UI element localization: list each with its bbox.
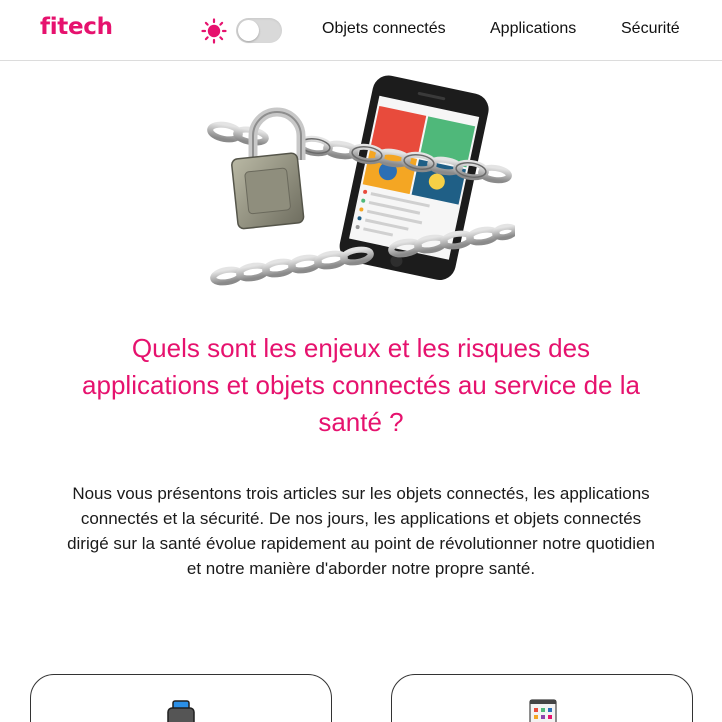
locked-phone-chains-illustration	[207, 75, 515, 286]
article-card-applications[interactable]	[391, 674, 693, 722]
site-header: fitech Objets connectés Applications Séc…	[0, 0, 722, 61]
article-card-objets-connectes[interactable]	[30, 674, 332, 722]
toggle-knob	[238, 20, 259, 41]
theme-toggle[interactable]	[236, 18, 282, 43]
nav-objets-connectes[interactable]: Objets connectés	[322, 20, 446, 38]
page-title: Quels sont les enjeux et les risques des…	[82, 333, 640, 437]
intro-paragraph: Nous vous présentons trois articles sur …	[67, 484, 655, 578]
app-grid-icon	[529, 699, 557, 722]
sun-icon	[201, 18, 227, 44]
nav-securite[interactable]: Sécurité	[621, 20, 680, 38]
nav-applications[interactable]: Applications	[490, 20, 576, 38]
smartwatch-icon	[167, 700, 195, 722]
site-logo[interactable]: fitech	[40, 14, 113, 40]
